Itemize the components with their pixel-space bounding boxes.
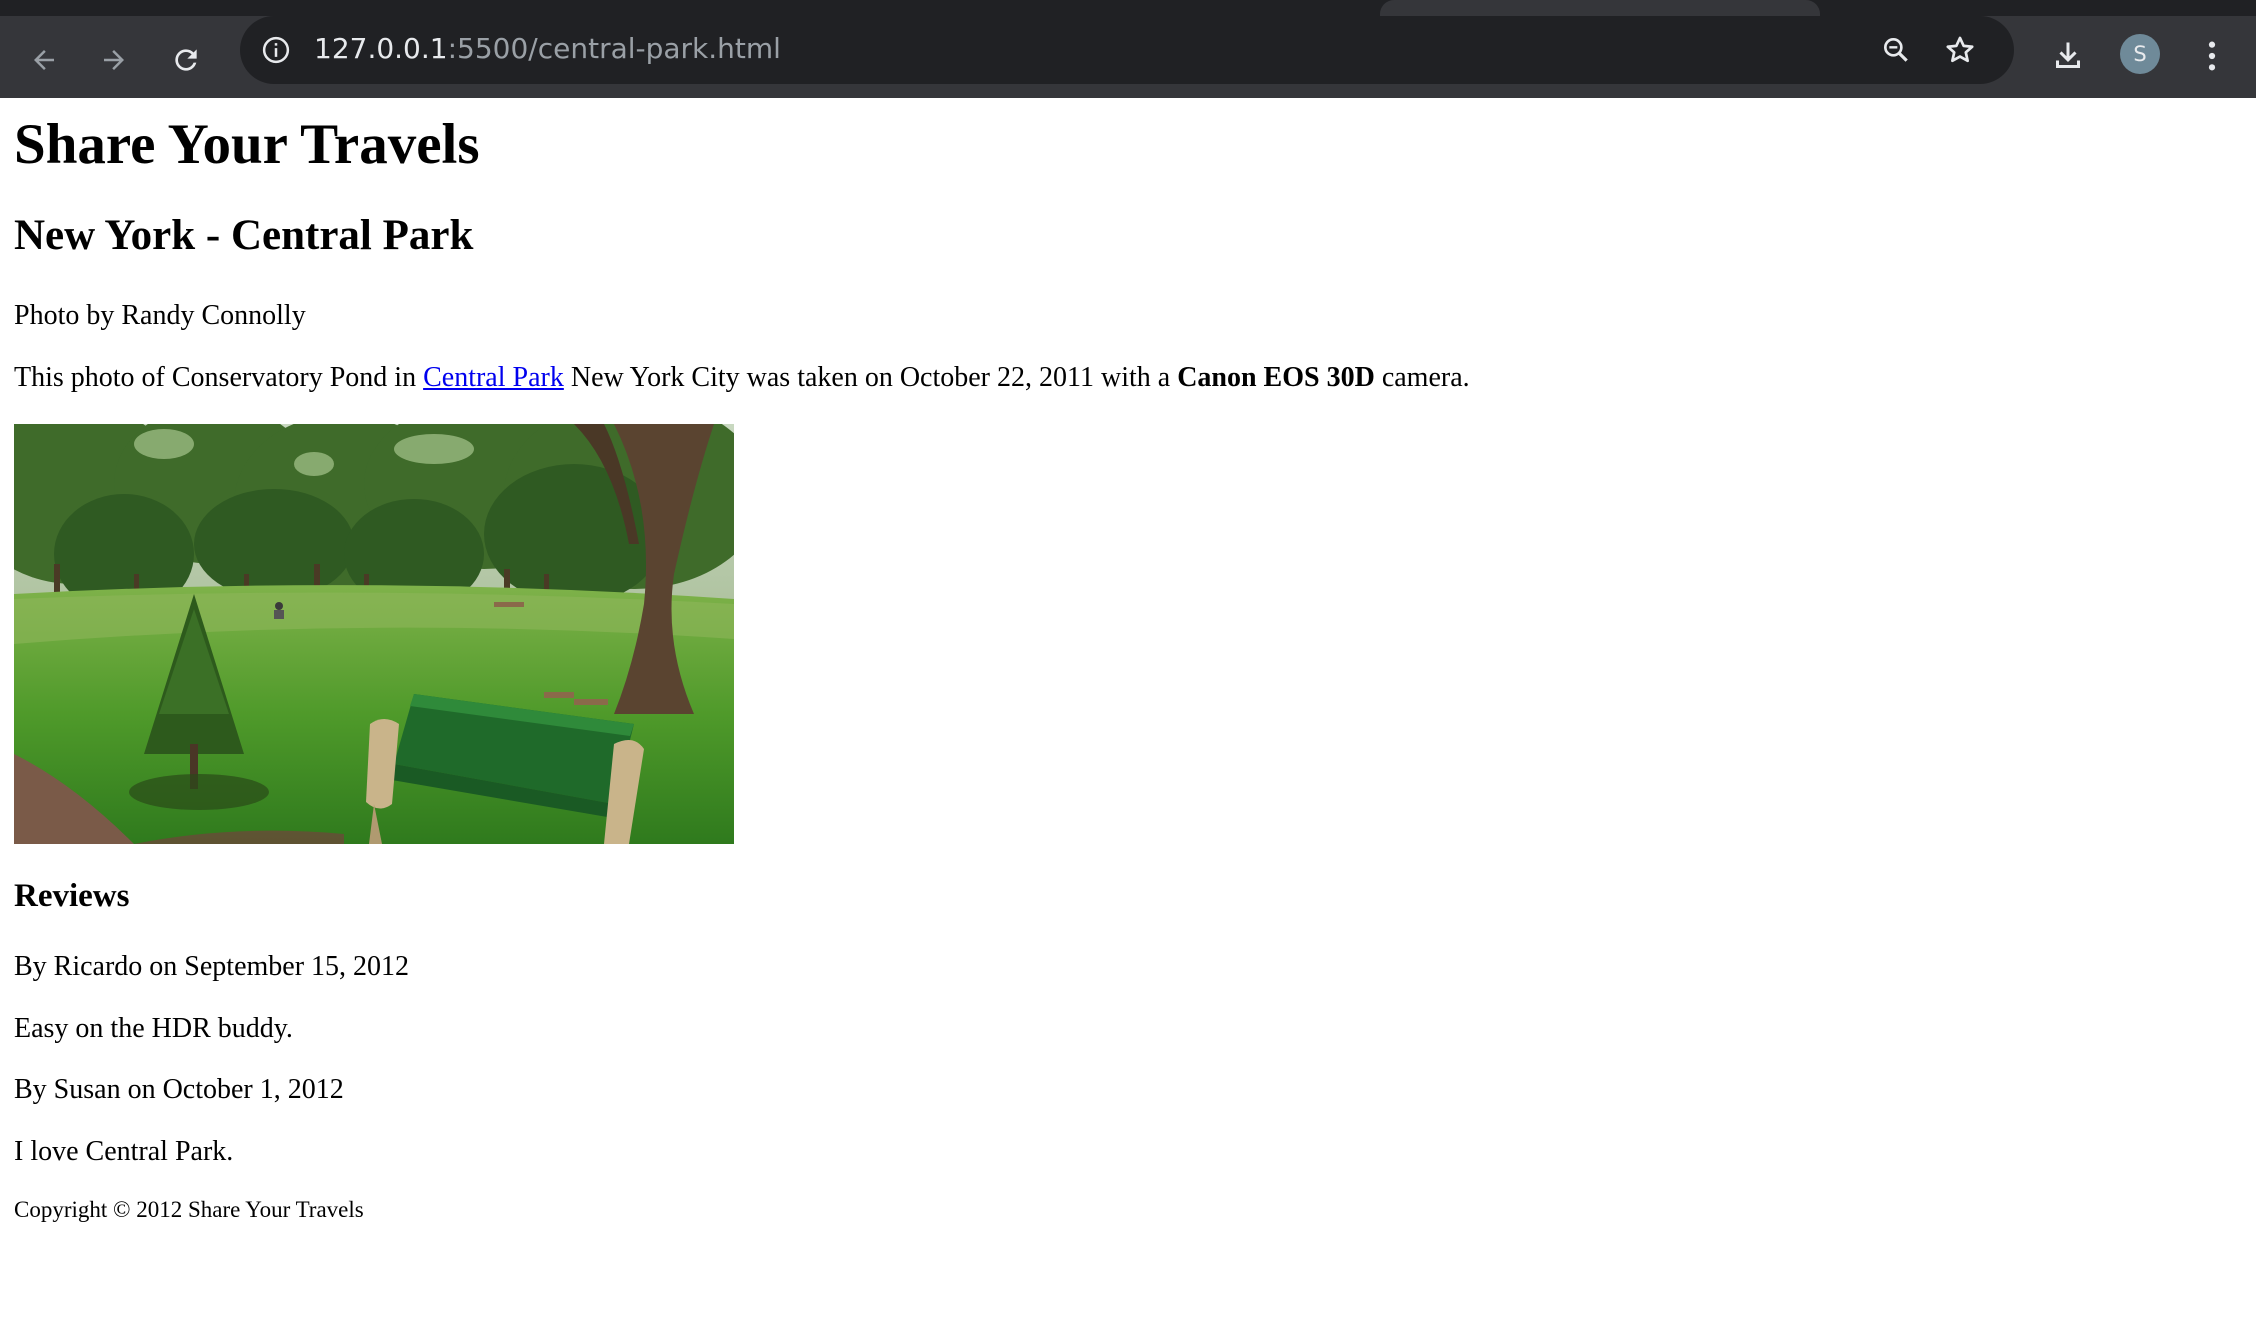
- tab-strip-edge: [1380, 0, 1820, 16]
- star-icon: [1946, 36, 1974, 63]
- address-bar[interactable]: 127.0.0.1:5500/central-park.html: [240, 16, 2014, 84]
- review-text: I love Central Park.: [14, 1136, 234, 1167]
- footer-copyright: Copyright © 2012 Share Your Travels: [14, 1197, 364, 1222]
- site-title: Share Your Travels: [14, 113, 480, 176]
- photo-credit: Photo by Randy Connolly: [14, 300, 306, 331]
- park-photo-image: [14, 424, 734, 844]
- web-page: Share Your Travels New York - Central Pa…: [0, 98, 2256, 1326]
- review-byline: By Susan on October 1, 2012: [14, 1074, 344, 1105]
- back-button[interactable]: [16, 32, 72, 88]
- arrow-right-icon: [104, 50, 124, 70]
- forward-button[interactable]: [86, 32, 142, 88]
- camera-name: Canon EOS 30D: [1177, 362, 1375, 393]
- download-icon: [2056, 42, 2080, 68]
- url-host: 127.0.0.1: [314, 32, 448, 65]
- site-info-button[interactable]: [258, 32, 294, 68]
- reload-button[interactable]: [158, 32, 214, 88]
- zoom-button[interactable]: [1876, 30, 1916, 70]
- arrow-left-icon: [34, 50, 54, 70]
- bookmark-button[interactable]: [1940, 30, 1980, 70]
- review-byline: By Ricardo on September 15, 2012: [14, 951, 410, 982]
- profile-avatar[interactable]: S: [2120, 34, 2160, 74]
- zoom-icon: [1884, 37, 1908, 62]
- url-text[interactable]: 127.0.0.1:5500/central-park.html: [314, 29, 781, 69]
- reload-icon: [175, 49, 197, 71]
- tab-strip: [0, 0, 2256, 16]
- photo-description: This photo of Conservatory Pond in Centr…: [14, 361, 1470, 395]
- browser-chrome: 127.0.0.1:5500/central-park.html S: [0, 0, 2256, 98]
- central-park-link[interactable]: Central Park: [423, 362, 564, 393]
- description-text: camera.: [1374, 362, 1470, 393]
- description-text: This photo of Conservatory Pond in: [14, 362, 424, 393]
- url-path: :5500/central-park.html: [447, 32, 781, 65]
- browser-toolbar: 127.0.0.1:5500/central-park.html S: [0, 16, 2256, 98]
- reviews-heading: Reviews: [14, 878, 130, 914]
- downloads-button[interactable]: [2044, 32, 2092, 80]
- browser-menu-button[interactable]: [2192, 32, 2232, 80]
- description-text: New York City was taken on October 22, 2…: [563, 362, 1178, 393]
- park-photo: [14, 424, 734, 844]
- info-icon: [262, 36, 290, 64]
- review-text: Easy on the HDR buddy.: [14, 1013, 293, 1044]
- kebab-menu-icon: [2208, 41, 2216, 71]
- photo-title: New York - Central Park: [14, 212, 474, 259]
